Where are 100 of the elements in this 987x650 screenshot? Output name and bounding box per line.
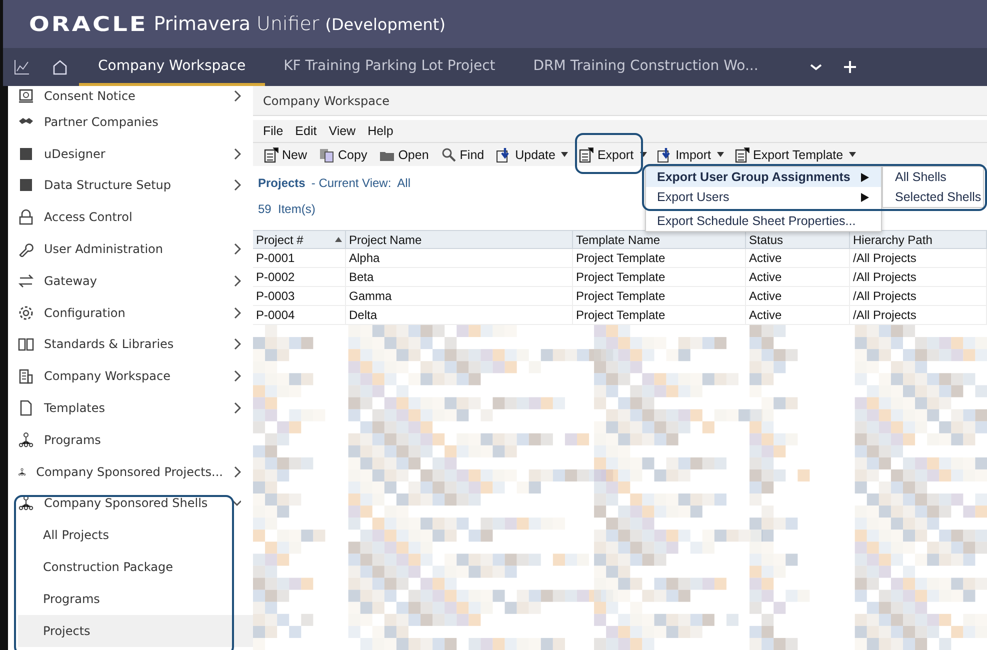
sidebar-item[interactable]: Programs xyxy=(18,424,253,456)
menu-item[interactable]: View xyxy=(322,124,362,138)
table-cell: Gamma xyxy=(346,287,573,306)
chevron-right-icon xyxy=(233,179,241,192)
workspace-tab[interactable]: DRM Training Construction Wo... xyxy=(514,48,778,86)
caret-icon[interactable] xyxy=(717,152,724,157)
download-icon xyxy=(656,146,673,162)
sidebar-subitem[interactable]: Programs xyxy=(18,582,253,615)
sidebar-item[interactable]: Data Structure Setup xyxy=(18,170,253,202)
sidebar-item[interactable]: Templates xyxy=(18,392,253,424)
view-title: Projects xyxy=(258,176,306,190)
wrench-icon xyxy=(18,241,34,258)
environment-label: (Development) xyxy=(325,14,446,34)
menu-option[interactable]: Export User Group Assignments xyxy=(646,167,881,187)
table-cell: P-0003 xyxy=(253,287,346,306)
sidebar-item[interactable]: uDesigner xyxy=(18,138,253,170)
sidebar-item[interactable]: Company Sponsored Projects... xyxy=(18,456,253,488)
sidebar-subitem[interactable]: All Projects xyxy=(18,519,253,552)
toolbar-button[interactable]: Copy xyxy=(313,146,374,162)
table-cell: /All Projects xyxy=(850,249,987,268)
chevron-right-icon xyxy=(233,306,241,319)
chevron-right-icon xyxy=(233,148,241,160)
sidebar-item[interactable]: User Administration xyxy=(18,233,253,265)
document-icon xyxy=(18,400,34,416)
item-count: 59 Item(s) xyxy=(258,202,316,216)
sidebar-item[interactable]: Company Sponsored Shells xyxy=(18,488,253,520)
building-icon xyxy=(18,368,34,384)
table-cell: /All Projects xyxy=(850,268,987,287)
chevron-right-icon xyxy=(233,370,241,382)
square-icon xyxy=(18,146,34,162)
table-cell: Project Template xyxy=(573,287,746,306)
lock-icon xyxy=(18,209,34,226)
chevron-right-icon xyxy=(233,243,241,256)
square-icon xyxy=(18,177,34,194)
sidebar-item[interactable]: Partner Companies xyxy=(18,106,253,138)
app-name: Unifier xyxy=(256,13,320,35)
table-cell: Active xyxy=(746,249,850,268)
column-header[interactable]: Project Name xyxy=(346,230,573,249)
export-icon xyxy=(734,146,750,162)
table-cell: /All Projects xyxy=(850,287,987,306)
table-cell: P-0002 xyxy=(253,268,346,287)
toolbar-button[interactable]: Update xyxy=(490,146,562,162)
hierarchy-icon xyxy=(18,432,34,448)
copy-icon xyxy=(319,146,336,162)
monitor-icon xyxy=(18,88,34,104)
sidebar-item[interactable]: Access Control xyxy=(18,201,253,234)
brand-logo: ORACLE xyxy=(29,12,148,36)
new-icon xyxy=(263,146,279,162)
caret-icon[interactable] xyxy=(561,152,568,157)
menu-item[interactable]: Edit xyxy=(289,124,323,138)
menu-option[interactable]: Export Schedule Sheet Properties... xyxy=(646,211,881,231)
chevron-right-icon xyxy=(233,466,241,478)
menu-item[interactable]: Help xyxy=(362,124,400,138)
table-cell: P-0004 xyxy=(253,306,346,325)
product-name: Primavera xyxy=(154,13,251,35)
current-view-value: All xyxy=(397,176,411,190)
toolbar-button[interactable]: Find xyxy=(434,146,490,162)
swap-arrows-icon xyxy=(18,272,34,289)
table-cell: Project Template xyxy=(573,268,746,287)
table-cell: Active xyxy=(746,306,850,325)
toolbar-button[interactable]: Open xyxy=(373,146,435,162)
sidebar-item[interactable]: Gateway xyxy=(18,264,253,297)
sidebar-item[interactable]: Company Workspace xyxy=(18,360,253,392)
column-header[interactable]: Template Name xyxy=(573,230,746,249)
table-cell: Delta xyxy=(346,306,573,325)
gear-icon xyxy=(18,304,34,321)
table-cell: Beta xyxy=(346,268,573,287)
sidebar-subitem[interactable]: Construction Package xyxy=(18,551,253,583)
table-cell: /All Projects xyxy=(850,306,987,325)
menu-option[interactable]: Export Users xyxy=(646,187,881,207)
toolbar-button[interactable]: Import xyxy=(650,146,718,162)
caret-icon[interactable] xyxy=(640,152,647,157)
submenu-option[interactable]: All Shells xyxy=(883,167,983,187)
chevron-right-icon xyxy=(233,402,241,414)
toolbar-button[interactable]: Export xyxy=(572,146,640,162)
sidebar-subitem[interactable]: Projects xyxy=(18,614,253,647)
chevron-right-icon xyxy=(233,90,241,102)
sidebar-item[interactable]: Configuration xyxy=(18,296,253,329)
table-cell: Active xyxy=(746,287,850,306)
sidebar-item[interactable]: Consent Notice xyxy=(18,86,253,106)
chevron-right-icon xyxy=(233,338,241,350)
column-header[interactable]: Hierarchy Path xyxy=(850,230,987,249)
table-cell: Project Template xyxy=(573,306,746,325)
search-icon xyxy=(440,146,457,162)
column-header[interactable]: Project # xyxy=(253,230,346,249)
chevron-right-icon xyxy=(233,274,241,287)
export-icon xyxy=(578,146,594,162)
toolbar-button[interactable]: New xyxy=(257,146,314,162)
hierarchy-icon xyxy=(18,495,34,512)
table-cell: Project Template xyxy=(573,249,746,268)
caret-icon[interactable] xyxy=(849,152,856,157)
toolbar-button[interactable]: Export Template xyxy=(728,146,850,162)
submenu-option[interactable]: Selected Shells xyxy=(883,187,983,207)
menu-item[interactable]: File xyxy=(257,124,290,138)
sidebar-item[interactable]: Standards & Libraries xyxy=(18,328,253,360)
current-view-label: - Current View: xyxy=(311,176,392,190)
table-cell: P-0001 xyxy=(253,249,346,268)
workspace-tab[interactable]: KF Training Parking Lot Project xyxy=(264,48,514,86)
table-cell: Alpha xyxy=(346,249,573,268)
table-cell: Active xyxy=(746,268,850,287)
